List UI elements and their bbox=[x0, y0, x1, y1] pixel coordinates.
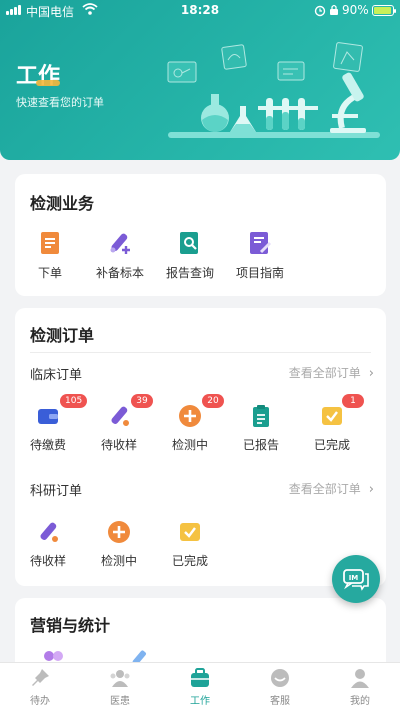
service-item-label: 报告查询 bbox=[165, 266, 214, 280]
research-orders-label: 科研订单 bbox=[30, 484, 83, 499]
report-search-icon bbox=[180, 232, 198, 254]
tab-label: 待办 bbox=[30, 696, 50, 707]
title-underline bbox=[36, 80, 60, 86]
headset-icon bbox=[271, 669, 289, 687]
bottom-tab-bar: 待办 医患 工作 客服 我的 bbox=[0, 662, 400, 710]
alarm-icon bbox=[314, 5, 326, 17]
tab-label: 医患 bbox=[110, 696, 130, 707]
tab-label: 我的 bbox=[350, 696, 370, 707]
clock: 18:28 bbox=[180, 3, 220, 17]
briefcase-icon bbox=[191, 668, 209, 687]
pin-icon bbox=[32, 669, 49, 686]
research-status-testing[interactable]: 检测中 bbox=[89, 520, 149, 569]
test-tube-add-icon bbox=[110, 233, 130, 254]
order-status-label: 待收样 bbox=[100, 438, 137, 452]
person-icon bbox=[351, 669, 369, 688]
test-tube-icon bbox=[40, 522, 58, 542]
plus-circle-icon bbox=[179, 405, 201, 427]
service-item-supplement-sample[interactable]: 补备标本 bbox=[85, 230, 155, 281]
service-card: 检测业务 下单 补备标本 报告查询 项目指南 bbox=[15, 174, 386, 296]
order-status-label: 已完成 bbox=[313, 438, 350, 452]
research-view-all-link[interactable]: 查看全部订单 › bbox=[289, 480, 374, 497]
order-status-testing[interactable]: 检测中 20 bbox=[160, 394, 224, 453]
check-box-icon bbox=[322, 407, 342, 425]
view-all-label: 查看全部订单 bbox=[288, 482, 361, 496]
orders-card-title: 检测订单 bbox=[30, 326, 95, 345]
service-item-label: 项目指南 bbox=[235, 266, 284, 280]
im-label: IM bbox=[349, 574, 359, 582]
order-status-label: 已报告 bbox=[242, 438, 279, 452]
order-status-label: 待收样 bbox=[29, 554, 66, 568]
order-status-label: 待缴费 bbox=[29, 438, 66, 452]
chart-stats-icon bbox=[132, 650, 146, 662]
battery-icon bbox=[372, 5, 396, 16]
clinical-view-all-link[interactable]: 查看全部订单 › bbox=[289, 364, 374, 381]
order-status-label: 检测中 bbox=[100, 554, 137, 568]
tab-work[interactable]: 工作 bbox=[160, 667, 240, 707]
service-item-order[interactable]: 下单 bbox=[15, 230, 85, 281]
order-status-label: 已完成 bbox=[171, 554, 208, 568]
order-status-awaiting-sample[interactable]: 待收样 39 bbox=[89, 394, 153, 453]
order-status-pending-payment[interactable]: 待缴费 105 bbox=[18, 394, 88, 453]
chat-bubble-icon: IM bbox=[343, 569, 369, 591]
count-badge: 20 bbox=[202, 394, 224, 408]
users-icon bbox=[110, 670, 130, 687]
tab-todo[interactable]: 待办 bbox=[0, 667, 80, 707]
wallet-icon bbox=[38, 409, 58, 424]
clipboard-icon bbox=[253, 405, 269, 427]
tab-profile[interactable]: 我的 bbox=[320, 667, 400, 707]
order-form-icon bbox=[41, 232, 59, 254]
count-badge: 105 bbox=[60, 394, 88, 408]
service-item-label: 补备标本 bbox=[95, 266, 144, 280]
service-item-project-guide[interactable]: 项目指南 bbox=[225, 230, 295, 281]
view-all-label: 查看全部订单 bbox=[288, 366, 361, 380]
order-status-reported[interactable]: 已报告 bbox=[231, 404, 291, 453]
page-header: 工作 快速查看您的订单 bbox=[0, 0, 400, 160]
test-tube-icon bbox=[111, 406, 129, 426]
order-status-completed[interactable]: 已完成 1 bbox=[302, 394, 364, 453]
count-badge: 1 bbox=[342, 394, 364, 408]
marketing-card-title: 营销与统计 bbox=[30, 616, 111, 635]
guide-book-icon bbox=[250, 232, 272, 254]
tab-label: 工作 bbox=[190, 696, 210, 707]
plus-circle-icon bbox=[108, 521, 130, 543]
chevron-right-icon: › bbox=[368, 366, 374, 381]
divider bbox=[30, 352, 371, 353]
page-subtitle: 快速查看您的订单 bbox=[16, 96, 104, 109]
tab-customer-service[interactable]: 客服 bbox=[240, 667, 320, 707]
lab-illustration-icon bbox=[167, 42, 380, 138]
chevron-right-icon: › bbox=[368, 482, 374, 497]
service-card-title: 检测业务 bbox=[30, 194, 95, 213]
battery-percent: 90% bbox=[342, 3, 369, 17]
orders-card: 检测订单 临床订单 查看全部订单 › 待缴费 105 待收样 39 检测中 20 bbox=[15, 308, 386, 586]
service-item-report-query[interactable]: 报告查询 bbox=[155, 230, 225, 281]
service-item-label: 下单 bbox=[37, 266, 62, 280]
research-status-awaiting-sample[interactable]: 待收样 bbox=[18, 520, 78, 569]
clinical-orders-label: 临床订单 bbox=[30, 368, 83, 383]
orientation-lock-icon bbox=[330, 4, 338, 15]
count-badge: 39 bbox=[131, 394, 153, 408]
tab-doctor-patient[interactable]: 医患 bbox=[80, 667, 160, 707]
check-box-icon bbox=[180, 523, 200, 541]
status-bar: 中国电信 18:28 90% bbox=[0, 0, 400, 22]
research-status-completed[interactable]: 已完成 bbox=[160, 520, 220, 569]
order-status-label: 检测中 bbox=[171, 438, 208, 452]
im-chat-button[interactable]: IM bbox=[332, 555, 380, 603]
tab-label: 客服 bbox=[270, 696, 290, 707]
